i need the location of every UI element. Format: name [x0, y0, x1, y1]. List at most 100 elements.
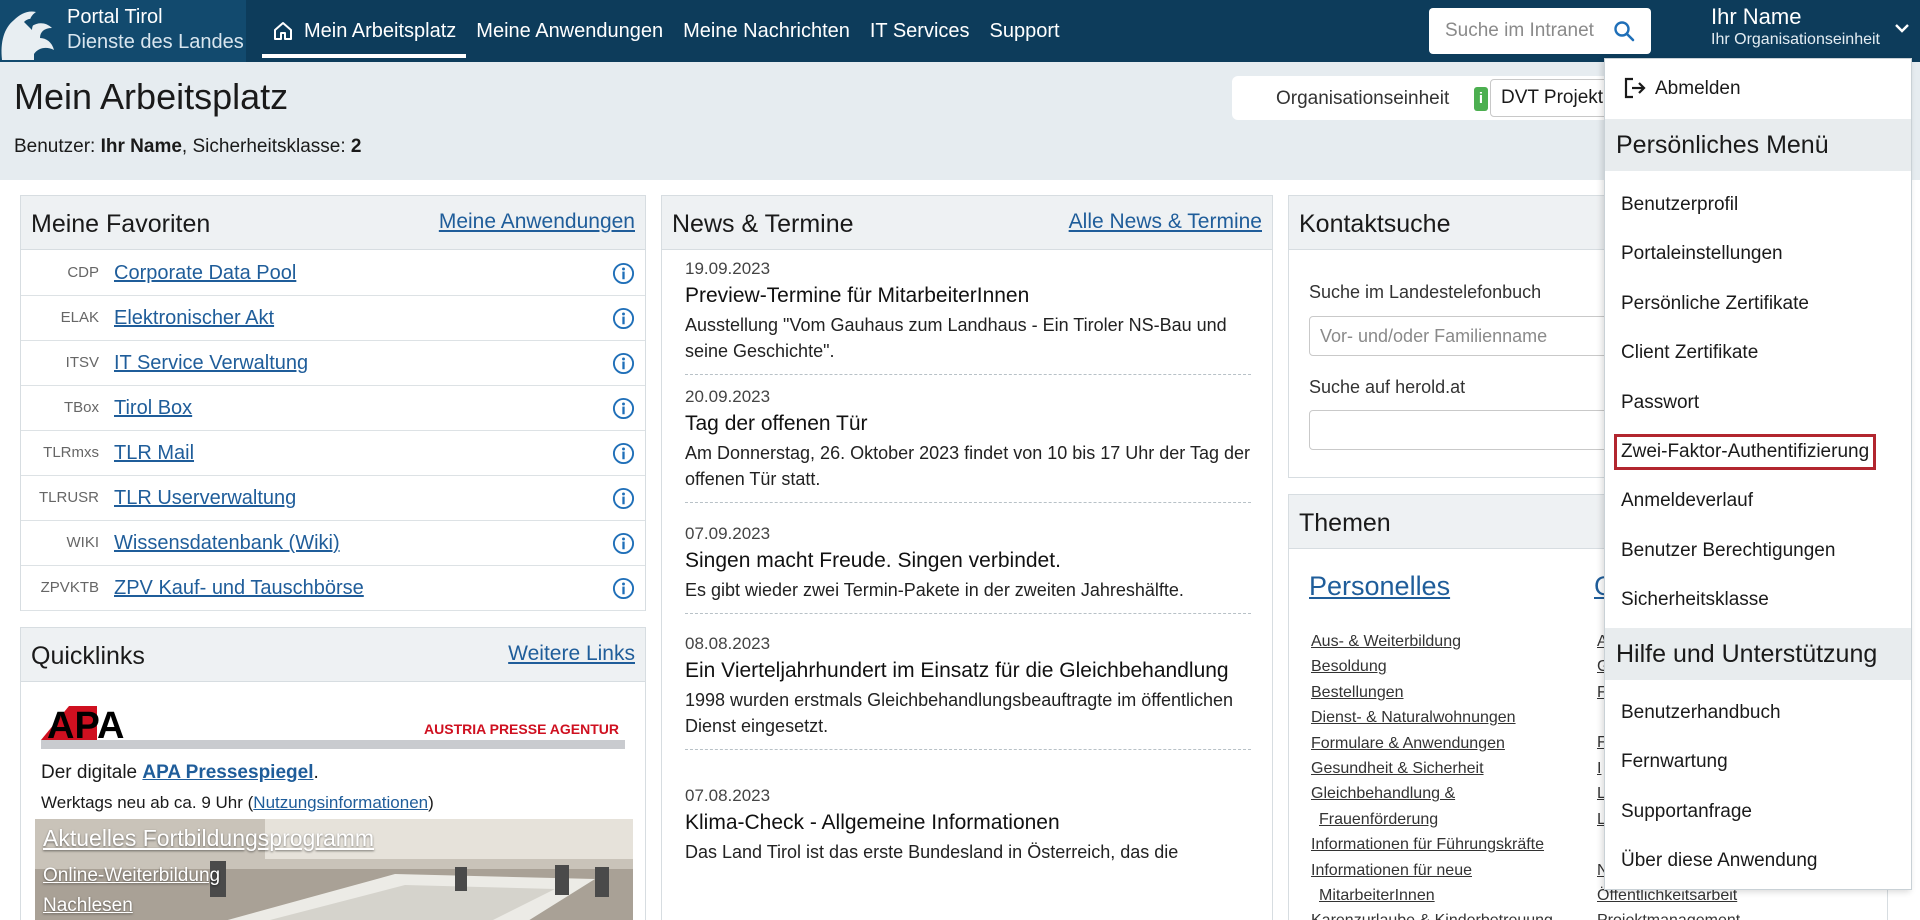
info-icon[interactable] — [612, 577, 635, 600]
alle-news-link[interactable]: Alle News & Termine — [1069, 210, 1262, 234]
nav-support[interactable]: Support — [980, 0, 1070, 62]
favorite-link-tirol-box[interactable]: Tirol Box — [114, 397, 192, 420]
user-menu-toggle[interactable]: Ihr Name Ihr Organisationseinheit — [1701, 0, 1920, 58]
news-headline-link[interactable]: Singen macht Freude. Singen verbindet. — [685, 547, 1251, 575]
menu-item-portaleinstellungen[interactable]: Portaleinstellungen — [1621, 243, 1783, 265]
info-icon[interactable] — [612, 442, 635, 465]
weitere-links-link[interactable]: Weitere Links — [508, 642, 635, 666]
portal-logo[interactable]: Portal Tirol Dienste des Landes — [0, 0, 246, 62]
theme-link[interactable]: Dienst- & Naturalwohnungen — [1311, 709, 1516, 727]
menu-item-persönliche-zertifikate[interactable]: Persönliche Zertifikate — [1621, 293, 1809, 315]
menu-item-supportanfrage[interactable]: Supportanfrage — [1621, 801, 1752, 823]
news-date: 07.08.2023 — [685, 786, 771, 805]
news-headline-link[interactable]: Ein Vierteljahrhundert im Einsatz für di… — [685, 657, 1251, 685]
favorite-link-elektronischer-akt[interactable]: Elektronischer Akt — [114, 307, 274, 330]
menu-item-benutzerhandbuch[interactable]: Benutzerhandbuch — [1621, 702, 1781, 724]
favorite-link-corporate-data-pool[interactable]: Corporate Data Pool — [114, 262, 296, 285]
nav-it-services[interactable]: IT Services — [860, 0, 980, 62]
search-icon[interactable] — [1613, 20, 1635, 42]
theme-link[interactable]: I — [1597, 760, 1601, 778]
top-bar: Portal Tirol Dienste des Landes Mein Arb… — [0, 0, 1920, 62]
apa-tagline: AUSTRIA PRESSE AGENTUR — [424, 721, 619, 737]
menu-item-client-zertifikate[interactable]: Client Zertifikate — [1621, 342, 1758, 364]
theme-link[interactable]: Projektmanagement — [1597, 912, 1740, 920]
favorite-row: ELAK Elektronischer Akt — [21, 296, 645, 341]
theme-link[interactable]: Formulare & Anwendungen — [1311, 735, 1505, 753]
apa-text-end: . — [313, 762, 319, 783]
quicklinks-header: Quicklinks Weitere Links — [21, 628, 645, 682]
fortbildungsprogramm-link[interactable]: Aktuelles Fortbildungsprogramm — [43, 825, 374, 852]
user-name: Ihr Name — [1711, 4, 1802, 29]
news-teaser: Ausstellung "Vom Gauhaus zum Landhaus - … — [685, 315, 1227, 361]
news-headline-link[interactable]: Klima-Check - Allgemeine Informationen — [685, 809, 1251, 837]
favorite-row: WIKI Wissensdatenbank (Wiki) — [21, 521, 645, 566]
main-navigation: Mein Arbeitsplatz Meine Anwendungen Mein… — [262, 0, 1070, 62]
news-teaser: Das Land Tirol ist das erste Bundesland … — [685, 842, 1179, 862]
logout-button[interactable]: Abmelden — [1605, 59, 1911, 117]
menu-item-sicherheitsklasse[interactable]: Sicherheitsklasse — [1621, 589, 1769, 611]
info-icon[interactable] — [612, 262, 635, 285]
apa-pressespiegel-link[interactable]: APA Pressespiegel — [142, 762, 313, 783]
news-title: News & Termine — [672, 210, 854, 238]
user-info-line: Benutzer: Ihr Name, Sicherheitsklasse: 2 — [14, 136, 361, 158]
favorites-header: Meine Favoriten Meine Anwendungen — [21, 196, 645, 250]
news-headline-link[interactable]: Preview-Termine für MitarbeiterInnen — [685, 282, 1251, 310]
quicklinks-title: Quicklinks — [31, 642, 145, 670]
theme-link[interactable]: MitarbeiterInnen — [1319, 887, 1435, 905]
theme-link[interactable]: Gleichbehandlung & — [1311, 785, 1455, 803]
theme-link[interactable]: Informationen für Führungskräfte — [1311, 836, 1544, 854]
menu-item-fernwartung[interactable]: Fernwartung — [1621, 751, 1728, 773]
nav-meine-nachrichten[interactable]: Meine Nachrichten — [673, 0, 860, 62]
org-unit-selector: Organisationseinheit i DVT Projekt — [1232, 76, 1632, 120]
favorites-panel: Meine Favoriten Meine Anwendungen CDP Cor… — [20, 195, 646, 611]
menu-item-zwei-faktor-authentifizierung[interactable]: Zwei-Faktor-Authentifizierung — [1613, 434, 1877, 470]
menu-item-anmeldeverlauf[interactable]: Anmeldeverlauf — [1621, 490, 1753, 512]
favorite-link-it-service-verwaltung[interactable]: IT Service Verwaltung — [114, 352, 308, 375]
online-weiterbildung-link[interactable]: Online-Weiterbildung — [43, 865, 220, 887]
nachlesen-link[interactable]: Nachlesen — [43, 895, 133, 917]
logout-label: Abmelden — [1655, 78, 1741, 99]
info-icon[interactable] — [612, 487, 635, 510]
menu-item-benutzerprofil[interactable]: Benutzerprofil — [1621, 194, 1738, 216]
theme-link[interactable]: Bestellungen — [1311, 684, 1404, 702]
user-org-unit: Ihr Organisationseinheit — [1711, 31, 1880, 48]
news-item: 07.08.2023 Klima-Check - Allgemeine Infor… — [685, 778, 1251, 865]
favorite-link-tlr-userverwaltung[interactable]: TLR Userverwaltung — [114, 487, 296, 510]
favorite-link-wissensdatenbank-wiki[interactable]: Wissensdatenbank (Wiki) — [114, 532, 340, 555]
news-headline-link[interactable]: Tag der offenen Tür — [685, 410, 1251, 438]
favorite-link-zpv-kauf-und-tauschbörse[interactable]: ZPV Kauf- und Tauschbörse — [114, 577, 364, 600]
security-level: 2 — [350, 136, 362, 157]
apa-text: Der digitale — [41, 762, 143, 783]
info-icon[interactable]: i — [1474, 87, 1488, 111]
search-input[interactable] — [1429, 8, 1619, 54]
theme-link[interactable]: Frauenförderung — [1319, 811, 1438, 829]
theme-link[interactable]: Karenzurlaube & Kinderbetreuung — [1311, 912, 1553, 920]
nav-meine-anwendungen[interactable]: Meine Anwendungen — [466, 0, 673, 62]
meine-anwendungen-link[interactable]: Meine Anwendungen — [439, 210, 635, 234]
nav-mein-arbeitsplatz[interactable]: Mein Arbeitsplatz — [262, 0, 467, 62]
theme-link[interactable]: Informationen für neue — [1311, 862, 1472, 880]
favorite-code: ITSV — [65, 354, 99, 371]
personelles-heading-link[interactable]: Personelles — [1309, 571, 1450, 602]
menu-item-über-diese-anwendung[interactable]: Über diese Anwendung — [1621, 850, 1817, 872]
nutzungsinformationen-link[interactable]: Nutzungsinformationen — [253, 793, 428, 812]
info-icon[interactable] — [612, 307, 635, 330]
info-icon[interactable] — [612, 352, 635, 375]
favorite-row: TBox Tirol Box — [21, 386, 645, 431]
favorite-code: ELAK — [60, 309, 99, 326]
info-icon[interactable] — [612, 397, 635, 420]
personal-menu-section: Persönliches Menü — [1605, 119, 1911, 171]
theme-link[interactable]: Aus- & Weiterbildung — [1311, 633, 1461, 651]
news-item: 07.09.2023 Singen macht Freude. Singen ve… — [685, 516, 1251, 614]
news-item: 19.09.2023 Preview-Termine für Mitarbeite… — [685, 251, 1251, 375]
apa-logo[interactable]: APA AUSTRIA PRESSE AGENTUR — [41, 706, 625, 754]
theme-link[interactable]: Besoldung — [1311, 658, 1387, 676]
favorite-code: TBox — [63, 399, 99, 416]
news-teaser: Es gibt wieder zwei Termin-Pakete in der… — [685, 580, 1184, 600]
favorite-link-tlr-mail[interactable]: TLR Mail — [114, 442, 194, 465]
info-icon[interactable] — [612, 532, 635, 555]
menu-item-benutzer-berechtigungen[interactable]: Benutzer Berechtigungen — [1621, 540, 1835, 562]
menu-item-passwort[interactable]: Passwort — [1621, 392, 1699, 414]
apa-description: Der digitale APA Pressespiegel. — [41, 762, 319, 784]
theme-link[interactable]: Gesundheit & Sicherheit — [1311, 760, 1484, 778]
